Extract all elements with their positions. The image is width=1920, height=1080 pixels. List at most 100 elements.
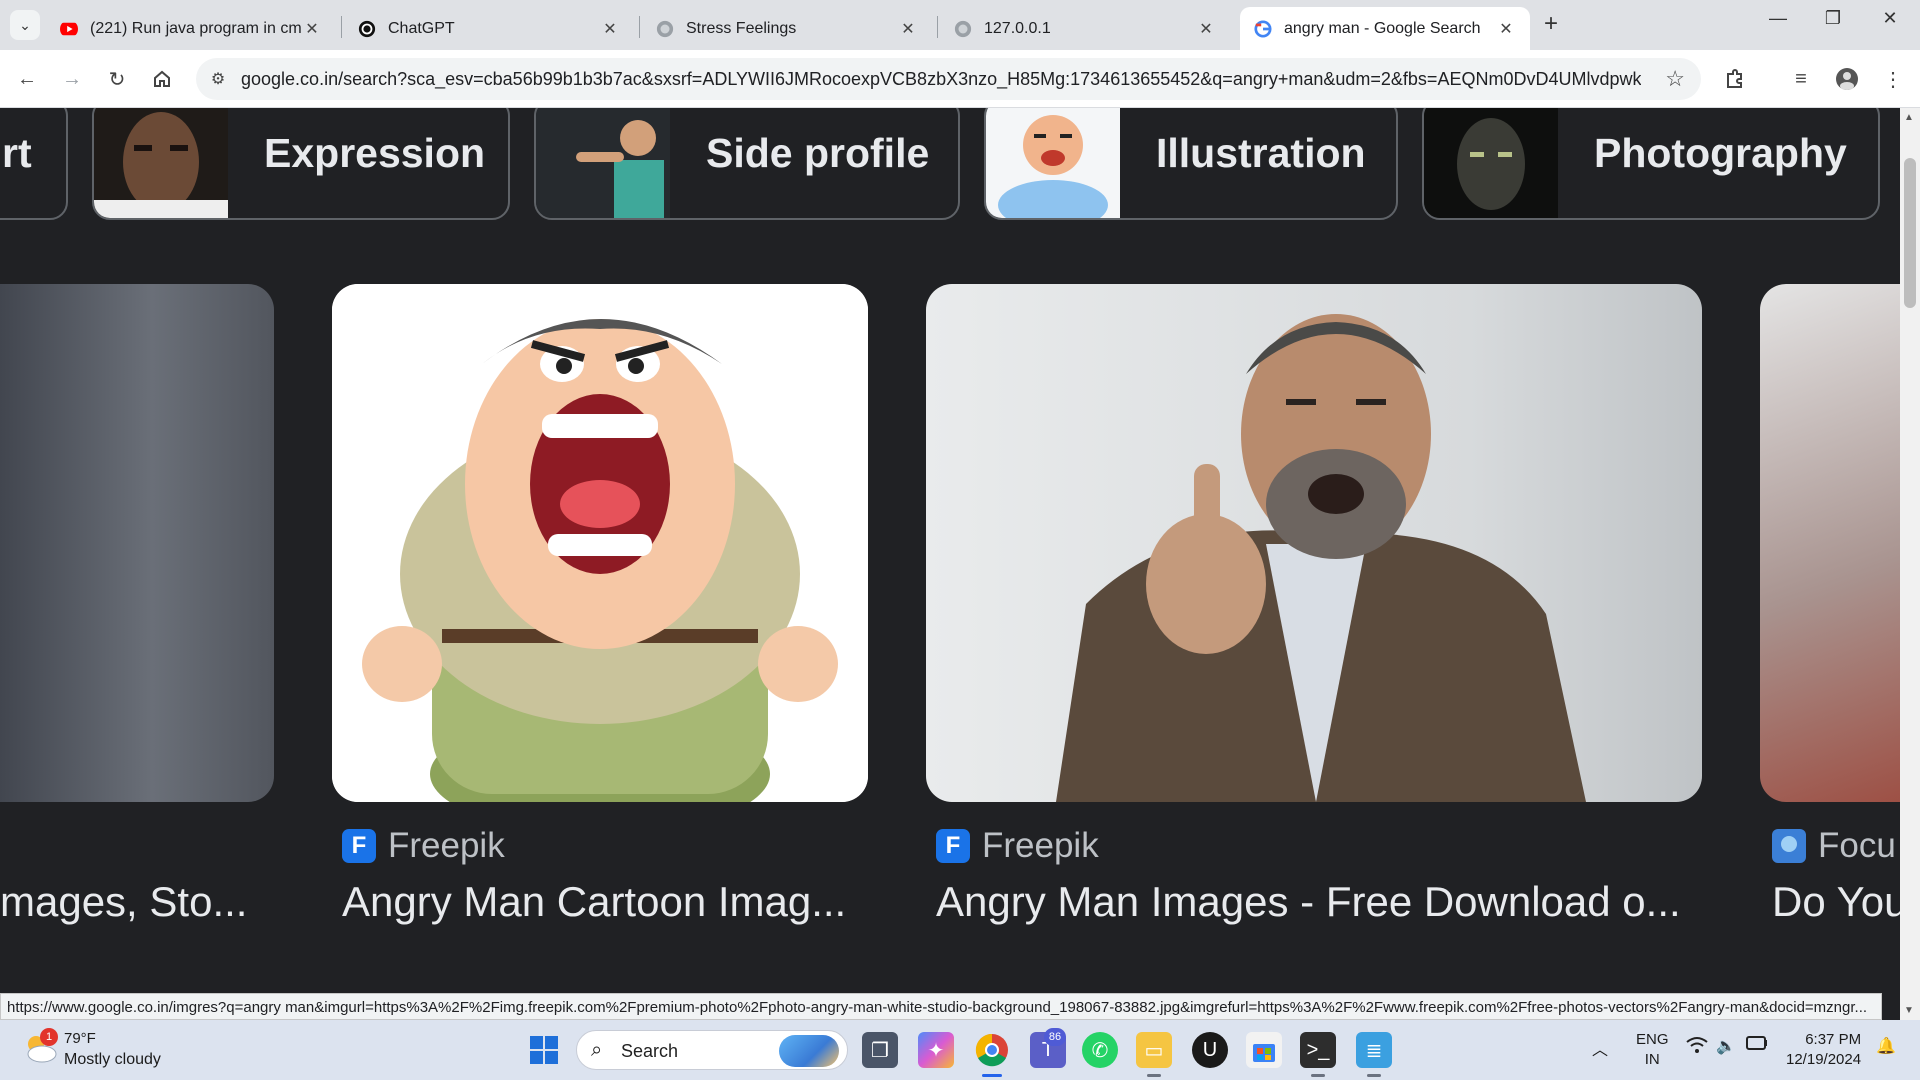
reload-button[interactable]: ↻ — [102, 64, 132, 94]
clock-time: 6:37 PM — [1805, 1031, 1862, 1048]
weather-alert-badge: 1 — [40, 1028, 58, 1046]
terminal-app[interactable]: >_ — [1300, 1032, 1336, 1068]
show-hidden-icons-button[interactable]: ︿ — [1592, 1036, 1608, 1060]
link-preview-status: https://www.google.co.in/imgres?q=angry … — [0, 993, 1882, 1020]
start-button[interactable] — [526, 1032, 562, 1068]
arrow-left-icon: ← — [17, 67, 37, 90]
angry-cartoon-man-image — [332, 284, 868, 802]
restore-icon: ❐ — [1824, 8, 1842, 28]
result-image[interactable] — [926, 284, 1702, 802]
close-icon[interactable]: ✕ — [1496, 19, 1516, 39]
whatsapp-app[interactable]: ✆ — [1082, 1032, 1118, 1068]
puzzle-icon — [1727, 69, 1742, 88]
tab-search-button[interactable]: ⌄ — [10, 10, 40, 40]
plus-icon: + — [1544, 10, 1559, 37]
address-bar[interactable]: ⚙ google.co.in/search?sca_esv=cba56b99b1… — [196, 58, 1701, 100]
search-highlight-image — [779, 1035, 839, 1067]
tab-chatgpt[interactable]: ChatGPT ✕ — [344, 7, 634, 50]
u-app-icon: U — [1202, 1038, 1218, 1061]
extensions-button[interactable] — [1720, 64, 1750, 94]
tab-title: (221) Run java program in cmd — [90, 19, 302, 37]
result-caption[interactable]: Angry Man Images - Free Download o... — [936, 878, 1696, 926]
tab-youtube[interactable]: (221) Run java program in cmd ✕ — [46, 7, 336, 50]
site-info-icon[interactable]: ⚙ — [206, 67, 230, 91]
close-icon[interactable]: ✕ — [302, 19, 322, 39]
back-button[interactable]: ← — [12, 64, 42, 94]
tab-localhost[interactable]: 127.0.0.1 ✕ — [940, 7, 1230, 50]
minimize-icon: — — [1769, 8, 1787, 28]
running-indicator — [982, 1074, 1002, 1077]
restore-button[interactable]: ❐ — [1813, 8, 1853, 29]
close-icon[interactable]: ✕ — [898, 19, 918, 39]
chip-photography[interactable]: Photography — [1422, 108, 1880, 220]
notifications-button[interactable]: 🔔 — [1876, 1036, 1896, 1056]
notepad-app[interactable]: ≣ — [1356, 1032, 1392, 1068]
volume-icon[interactable]: 🔈 — [1716, 1036, 1736, 1056]
minimize-button[interactable]: — — [1758, 8, 1798, 29]
whatsapp-icon: ✆ — [1091, 1039, 1109, 1062]
task-view-button[interactable]: ❐ — [862, 1032, 898, 1068]
battery-icon[interactable] — [1746, 1036, 1768, 1055]
google-icon — [1254, 19, 1272, 38]
result-image[interactable] — [0, 284, 274, 802]
search-icon: ⌕ — [591, 1039, 603, 1061]
tab-separator — [639, 16, 640, 38]
tab-separator — [937, 16, 938, 38]
close-window-button[interactable]: ✕ — [1870, 8, 1910, 29]
wifi-icon[interactable] — [1686, 1036, 1708, 1059]
scrollbar-thumb[interactable] — [1904, 158, 1916, 308]
chip-expression[interactable]: Expression — [92, 108, 510, 220]
tab-separator — [341, 16, 342, 38]
close-icon[interactable]: ✕ — [600, 19, 620, 39]
url-text[interactable]: google.co.in/search?sca_esv=cba56b99b1b3… — [241, 69, 1641, 90]
result-source[interactable]: F Freepik — [936, 826, 1099, 866]
home-icon — [154, 70, 170, 87]
result-source[interactable]: Focu — [1772, 826, 1896, 866]
task-view-icon: ❐ — [871, 1039, 889, 1062]
system-clock[interactable]: 6:37 PM 12/19/2024 — [1786, 1030, 1861, 1070]
chip-thumbnail — [536, 108, 670, 218]
chevron-up-icon: ︿ — [1592, 1042, 1609, 1059]
result-caption[interactable]: Do You — [1772, 878, 1900, 926]
result-caption[interactable]: Angry Man Cartoon Imag... — [342, 878, 862, 926]
menu-button[interactable]: ⋮ — [1878, 64, 1908, 94]
chip-label: Illustration — [1156, 130, 1366, 176]
app-u[interactable]: U — [1192, 1032, 1228, 1068]
chip-filter[interactable]: rt — [0, 108, 68, 220]
weather-description: Mostly cloudy — [64, 1051, 161, 1068]
tab-google-search[interactable]: angry man - Google Search ✕ — [1240, 7, 1530, 50]
close-icon: ✕ — [1882, 8, 1898, 28]
chip-label: rt — [2, 130, 32, 176]
profile-button[interactable] — [1832, 64, 1862, 94]
chip-side-profile[interactable]: Side profile — [534, 108, 960, 220]
chip-label: Side profile — [706, 130, 930, 176]
forward-button[interactable]: → — [57, 64, 87, 94]
result-image[interactable] — [1760, 284, 1900, 802]
chip-label: Expression — [264, 130, 486, 176]
tab-strip: ⌄ (221) Run java program in cmd ✕ ChatGP… — [0, 0, 1920, 50]
bell-icon: 🔔 — [1876, 1038, 1896, 1055]
youtube-icon — [60, 22, 78, 35]
copilot-button[interactable]: ✦ — [918, 1032, 954, 1068]
result-caption[interactable]: mages, Sto... — [0, 878, 300, 926]
language-indicator[interactable]: ENG IN — [1636, 1030, 1669, 1070]
close-icon[interactable]: ✕ — [1196, 19, 1216, 39]
home-button[interactable] — [147, 64, 177, 94]
result-source[interactable]: F Freepik — [342, 826, 505, 866]
terminal-icon: >_ — [1306, 1038, 1330, 1061]
taskbar-search[interactable]: ⌕ Search — [576, 1030, 848, 1070]
page-scrollbar[interactable]: ▲ ▼ — [1900, 108, 1920, 1020]
bookmark-star-icon[interactable]: ☆ — [1665, 66, 1685, 92]
file-explorer-app[interactable]: ▭ — [1136, 1032, 1172, 1068]
result-image[interactable] — [332, 284, 868, 802]
new-tab-button[interactable]: + — [1544, 10, 1558, 38]
media-controls-button[interactable]: ≡ — [1786, 64, 1816, 94]
chip-illustration[interactable]: Illustration — [984, 108, 1398, 220]
running-indicator — [1367, 1074, 1381, 1077]
microsoft-store-app[interactable] — [1246, 1032, 1282, 1068]
tab-title: Stress Feelings — [686, 19, 797, 37]
chrome-app[interactable] — [974, 1032, 1010, 1068]
scroll-down-icon[interactable]: ▼ — [1904, 1005, 1914, 1016]
tab-stress-feelings[interactable]: Stress Feelings ✕ — [642, 7, 932, 50]
scroll-up-icon[interactable]: ▲ — [1904, 112, 1914, 123]
